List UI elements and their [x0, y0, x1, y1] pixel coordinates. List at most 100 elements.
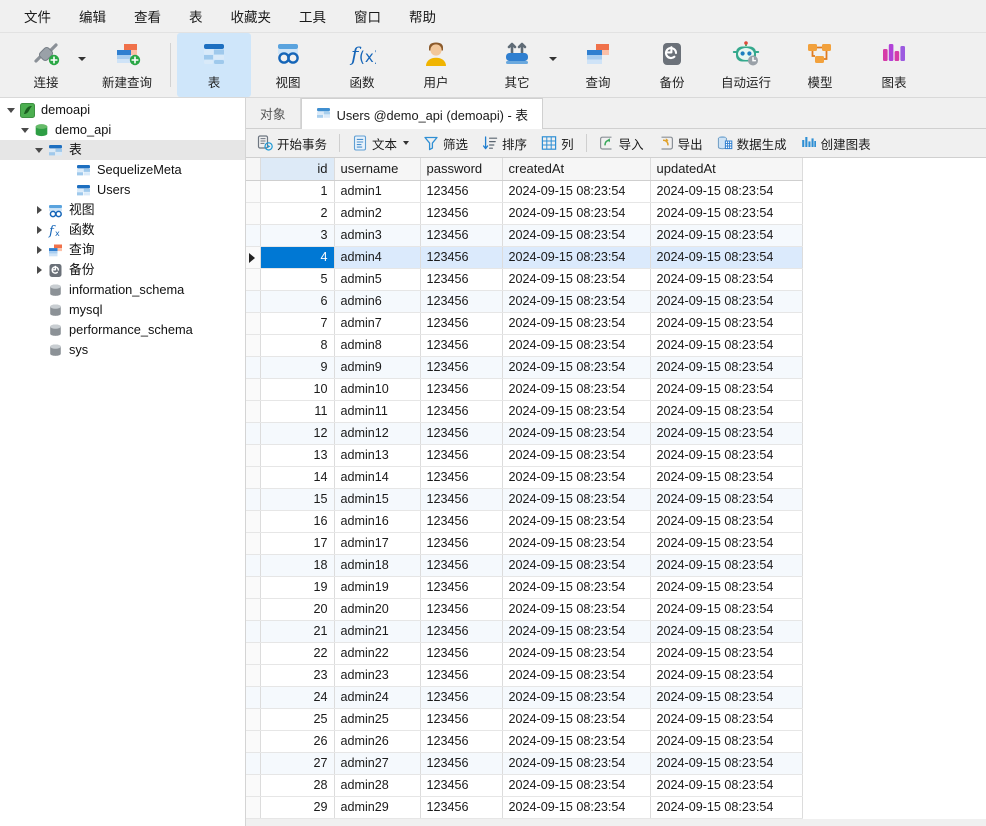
menu-favorites[interactable]: 收藏夹: [217, 2, 286, 30]
cell-username[interactable]: admin2: [334, 202, 421, 225]
cell-id[interactable]: 14: [260, 466, 335, 489]
data-generation-button[interactable]: 数据生成: [710, 132, 794, 155]
toolbar-button-connection[interactable]: 连接: [2, 33, 90, 97]
cell-id[interactable]: 19: [260, 576, 335, 599]
toolbar-button-user[interactable]: 用户: [399, 33, 473, 97]
tree-node-demoapi[interactable]: demoapi: [0, 100, 245, 120]
cell-username[interactable]: admin9: [334, 356, 421, 379]
menu-window[interactable]: 窗口: [340, 2, 395, 30]
cell-updatedAt[interactable]: 2024-09-15 08:23:54: [650, 224, 803, 247]
toolbar-button-query[interactable]: 查询: [561, 33, 635, 97]
chevron-down-icon[interactable]: [403, 141, 410, 145]
cell-username[interactable]: admin10: [334, 378, 421, 401]
cell-username[interactable]: admin6: [334, 290, 421, 313]
cell-username[interactable]: admin4: [334, 246, 421, 269]
tree-node-[interactable]: 视图: [0, 200, 245, 220]
tree-node-[interactable]: 表: [0, 140, 245, 160]
cell-id[interactable]: 3: [260, 224, 335, 247]
toolbar-button-table[interactable]: 表: [177, 33, 251, 97]
cell-password[interactable]: 123456: [420, 466, 503, 489]
row-marker[interactable]: [246, 752, 261, 775]
chevron-down-icon[interactable]: [549, 57, 557, 61]
cell-password[interactable]: 123456: [420, 620, 503, 643]
cell-createdAt[interactable]: 2024-09-15 08:23:54: [502, 532, 651, 555]
cell-id[interactable]: 12: [260, 422, 335, 445]
chevron-right-icon[interactable]: [32, 223, 46, 237]
cell-createdAt[interactable]: 2024-09-15 08:23:54: [502, 488, 651, 511]
chevron-right-icon[interactable]: [32, 263, 46, 277]
cell-createdAt[interactable]: 2024-09-15 08:23:54: [502, 400, 651, 423]
cell-createdAt[interactable]: 2024-09-15 08:23:54: [502, 202, 651, 225]
row-marker[interactable]: [246, 246, 261, 269]
cell-id[interactable]: 13: [260, 444, 335, 467]
cell-createdAt[interactable]: 2024-09-15 08:23:54: [502, 642, 651, 665]
data-grid[interactable]: id username password createdAt updatedAt 1 ad…: [246, 158, 803, 819]
cell-id[interactable]: 24: [260, 686, 335, 709]
cell-password[interactable]: 123456: [420, 378, 503, 401]
column-header-username[interactable]: username: [334, 158, 421, 181]
row-marker[interactable]: [246, 730, 261, 753]
cell-updatedAt[interactable]: 2024-09-15 08:23:54: [650, 532, 803, 555]
chevron-down-icon[interactable]: [32, 143, 46, 157]
cell-password[interactable]: 123456: [420, 664, 503, 687]
tab-users-table[interactable]: Users @demo_api (demoapi) - 表: [300, 98, 544, 129]
cell-createdAt[interactable]: 2024-09-15 08:23:54: [502, 730, 651, 753]
cell-password[interactable]: 123456: [420, 532, 503, 555]
cell-username[interactable]: admin25: [334, 708, 421, 731]
cell-createdAt[interactable]: 2024-09-15 08:23:54: [502, 774, 651, 797]
table-row[interactable]: 19 admin19 123456 2024-09-15 08:23:54 2024-0…: [246, 576, 803, 599]
cell-updatedAt[interactable]: 2024-09-15 08:23:54: [650, 554, 803, 577]
cell-id[interactable]: 25: [260, 708, 335, 731]
toolbar-button-backup[interactable]: 备份: [635, 33, 709, 97]
row-marker[interactable]: [246, 796, 261, 819]
table-row[interactable]: 15 admin15 123456 2024-09-15 08:23:54 2024-0…: [246, 488, 803, 511]
row-marker[interactable]: [246, 202, 261, 225]
table-row[interactable]: 10 admin10 123456 2024-09-15 08:23:54 2024-0…: [246, 378, 803, 401]
cell-updatedAt[interactable]: 2024-09-15 08:23:54: [650, 620, 803, 643]
chevron-right-icon[interactable]: [32, 203, 46, 217]
object-tree-sidebar[interactable]: demoapi demo_api 表 SequelizeMeta Users 视图 f x 函数…: [0, 98, 246, 826]
sort-button[interactable]: 排序: [475, 132, 534, 155]
table-row[interactable]: 14 admin14 123456 2024-09-15 08:23:54 2024-0…: [246, 466, 803, 489]
cell-username[interactable]: admin21: [334, 620, 421, 643]
cell-username[interactable]: admin12: [334, 422, 421, 445]
table-row[interactable]: 22 admin22 123456 2024-09-15 08:23:54 2024-0…: [246, 642, 803, 665]
cell-id[interactable]: 29: [260, 796, 335, 819]
cell-password[interactable]: 123456: [420, 554, 503, 577]
chevron-right-icon[interactable]: [32, 243, 46, 257]
cell-createdAt[interactable]: 2024-09-15 08:23:54: [502, 268, 651, 291]
cell-id[interactable]: 26: [260, 730, 335, 753]
cell-createdAt[interactable]: 2024-09-15 08:23:54: [502, 576, 651, 599]
cell-username[interactable]: admin20: [334, 598, 421, 621]
cell-password[interactable]: 123456: [420, 224, 503, 247]
cell-password[interactable]: 123456: [420, 400, 503, 423]
table-row[interactable]: 13 admin13 123456 2024-09-15 08:23:54 2024-0…: [246, 444, 803, 467]
row-marker[interactable]: [246, 686, 261, 709]
cell-updatedAt[interactable]: 2024-09-15 08:23:54: [650, 444, 803, 467]
cell-password[interactable]: 123456: [420, 576, 503, 599]
column-header-password[interactable]: password: [420, 158, 503, 181]
table-row[interactable]: 17 admin17 123456 2024-09-15 08:23:54 2024-0…: [246, 532, 803, 555]
row-marker[interactable]: [246, 290, 261, 313]
toolbar-button-new-query[interactable]: 新建查询: [90, 33, 164, 97]
cell-password[interactable]: 123456: [420, 730, 503, 753]
menu-file[interactable]: 文件: [10, 2, 65, 30]
row-marker[interactable]: [246, 708, 261, 731]
cell-id[interactable]: 23: [260, 664, 335, 687]
cell-id[interactable]: 9: [260, 356, 335, 379]
cell-username[interactable]: admin8: [334, 334, 421, 357]
tree-node-performance_schema[interactable]: performance_schema: [0, 320, 245, 340]
cell-password[interactable]: 123456: [420, 268, 503, 291]
cell-updatedAt[interactable]: 2024-09-15 08:23:54: [650, 598, 803, 621]
cell-updatedAt[interactable]: 2024-09-15 08:23:54: [650, 312, 803, 335]
table-row[interactable]: 6 admin6 123456 2024-09-15 08:23:54 2024-09-…: [246, 290, 803, 313]
tree-node-mysql[interactable]: mysql: [0, 300, 245, 320]
row-marker[interactable]: [246, 598, 261, 621]
menu-tools[interactable]: 工具: [285, 2, 340, 30]
menu-table[interactable]: 表: [175, 2, 217, 30]
cell-createdAt[interactable]: 2024-09-15 08:23:54: [502, 246, 651, 269]
cell-password[interactable]: 123456: [420, 180, 503, 203]
row-marker[interactable]: [246, 400, 261, 423]
chevron-down-icon[interactable]: [18, 123, 32, 137]
cell-createdAt[interactable]: 2024-09-15 08:23:54: [502, 466, 651, 489]
